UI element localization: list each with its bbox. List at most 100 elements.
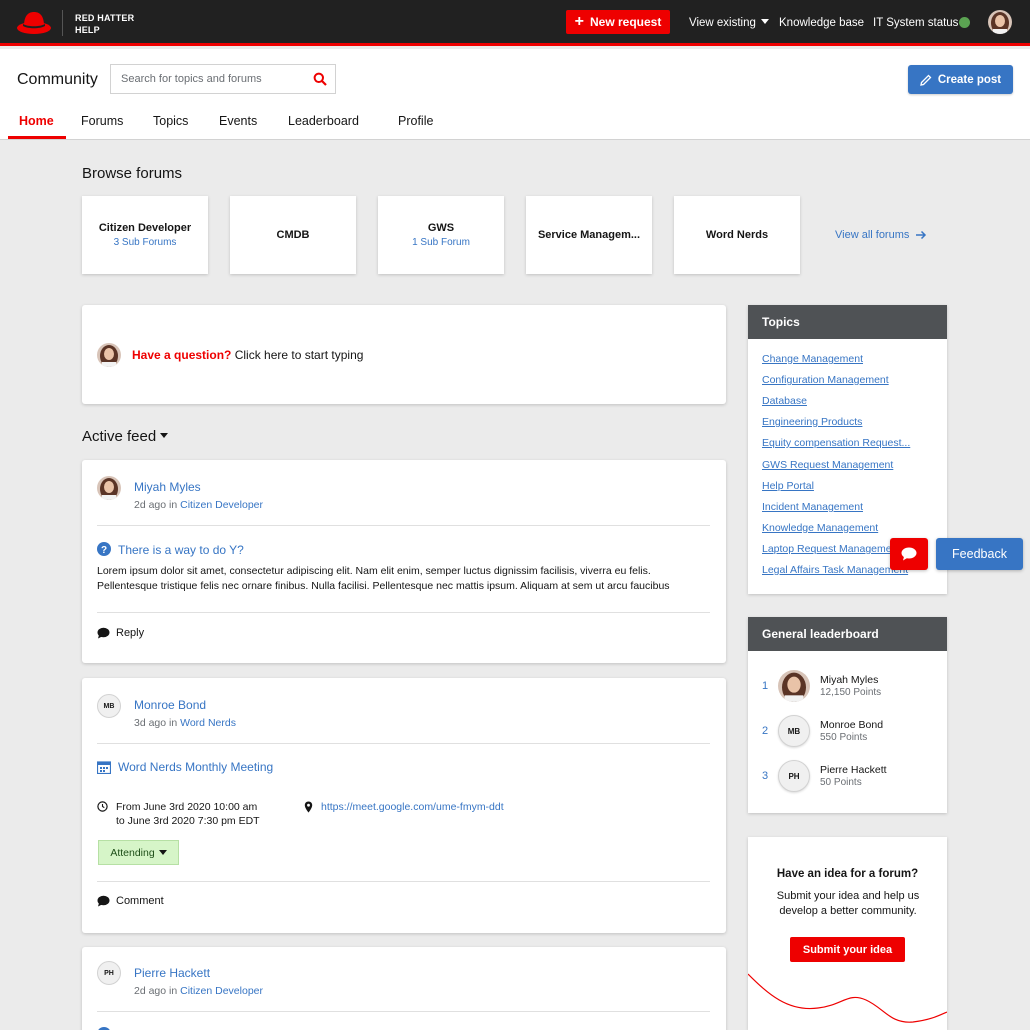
avatar: MB (97, 694, 121, 718)
ask-question-prompt[interactable]: Have a question? Click here to start typ… (132, 348, 363, 362)
forum-card-word-nerds[interactable]: Word Nerds (674, 196, 800, 274)
comment-label: Comment (116, 895, 164, 907)
reply-label: Reply (116, 627, 145, 639)
reply-button[interactable]: Reply (97, 627, 144, 639)
ask-question-card[interactable]: Have a question? Click here to start typ… (82, 305, 726, 404)
post-meta: 2d ago in Citizen Developer (134, 985, 263, 997)
post-time: 2d ago in (134, 985, 181, 997)
view-existing-dropdown[interactable]: View existing (689, 17, 769, 29)
post-author-link[interactable]: Monroe Bond (134, 698, 206, 712)
forum-card-cmdb[interactable]: CMDB (230, 196, 356, 274)
topic-link[interactable]: Legal Affairs Task Management (762, 564, 908, 576)
comment-icon (97, 895, 110, 907)
forum-card-gws[interactable]: GWS 1 Sub Forum (378, 196, 504, 274)
topic-link[interactable]: GWS Request Management (762, 459, 893, 471)
event-start: From June 3rd 2020 10:00 am (116, 801, 258, 813)
event-location-link[interactable]: https://meet.google.com/ume-fmym-ddt (321, 801, 504, 813)
forum-subforums: 1 Sub Forum (412, 237, 470, 248)
topic-link[interactable]: Incident Management (762, 501, 863, 513)
avatar[interactable]: MB (778, 715, 810, 747)
view-all-forums-link[interactable]: View all forums (835, 229, 927, 241)
create-post-button[interactable]: Create post (908, 65, 1013, 94)
active-feed-title: Active feed (82, 428, 157, 445)
topic-link[interactable]: Engineering Products (762, 416, 862, 428)
view-all-forums-label: View all forums (835, 229, 910, 241)
topic-link[interactable]: Configuration Management (762, 374, 889, 386)
topic-link[interactable]: Database (762, 395, 807, 407)
forum-card-citizen-developer[interactable]: Citizen Developer 3 Sub Forums (82, 196, 208, 274)
page-title: Community (17, 71, 98, 88)
plus-icon: + (574, 13, 584, 30)
tab-forums[interactable]: Forums (81, 114, 123, 128)
post-forum-link[interactable]: Citizen Developer (180, 985, 263, 997)
post-author-link[interactable]: Miyah Myles (134, 480, 201, 494)
chevron-down-icon (160, 433, 169, 438)
browse-forums-title: Browse forums (82, 165, 183, 182)
tab-topics[interactable]: Topics (153, 114, 188, 128)
search-input[interactable] (111, 65, 306, 93)
tab-home[interactable]: Home (19, 114, 54, 128)
comment-icon (97, 627, 110, 639)
divider (97, 525, 710, 526)
chevron-down-icon (158, 850, 167, 855)
post-time: 2d ago in (134, 499, 181, 511)
knowledge-base-link[interactable]: Knowledge base (779, 17, 864, 29)
leaderboard-points: 50 Points (820, 777, 862, 788)
topic-link[interactable]: Knowledge Management (762, 522, 878, 534)
feed-post-question: Miyah Myles 2d ago in Citizen Developer … (82, 460, 726, 663)
feedback-button[interactable]: Feedback (936, 538, 1023, 570)
forum-idea-title: Have an idea for a forum? (776, 868, 919, 880)
leaderboard-points: 12,150 Points (820, 687, 882, 698)
comment-button[interactable]: Comment (97, 895, 164, 907)
rsvp-dropdown[interactable]: Attending (98, 840, 179, 865)
event-end: to June 3rd 2020 7:30 pm EDT (116, 815, 260, 827)
divider (97, 1011, 710, 1012)
arrow-right-icon (916, 230, 927, 240)
tab-events[interactable]: Events (219, 114, 257, 128)
leaderboard-points: 550 Points (820, 732, 868, 743)
search-box[interactable] (110, 64, 336, 94)
pencil-icon (920, 74, 932, 86)
leaderboard-rank: 3 (762, 770, 769, 782)
avatar[interactable] (778, 670, 810, 702)
leaderboard-rank: 1 (762, 680, 769, 692)
chevron-down-icon (760, 19, 769, 24)
post-forum-link[interactable]: Word Nerds (180, 717, 236, 729)
post-title-link[interactable]: There is a way to do Y? (118, 543, 244, 557)
post-author-link[interactable]: Pierre Hackett (134, 966, 210, 980)
active-feed-dropdown[interactable]: Active feed (82, 428, 169, 445)
status-indicator-icon (959, 17, 970, 28)
post-meta: 3d ago in Word Nerds (134, 717, 236, 729)
search-icon[interactable] (313, 72, 327, 86)
submit-idea-button[interactable]: Submit your idea (790, 937, 905, 962)
topics-panel-title: Topics (748, 305, 947, 339)
forum-card-service-management[interactable]: Service Managem... (526, 196, 652, 274)
avatar: PH (97, 961, 121, 985)
topic-link[interactable]: Equity compensation Request... (762, 437, 910, 449)
leaderboard-rank: 2 (762, 725, 769, 737)
avatar[interactable]: PH (778, 760, 810, 792)
brand-name[interactable]: RED HATTER HELP (75, 12, 134, 36)
leaderboard-name[interactable]: Monroe Bond (820, 719, 883, 731)
question-icon: ? (97, 542, 111, 556)
red-hat-logo-icon[interactable] (16, 8, 52, 36)
topic-link[interactable]: Laptop Request Management (762, 543, 900, 555)
chat-icon (901, 547, 917, 561)
leaderboard-name[interactable]: Miyah Myles (820, 674, 878, 686)
topic-link[interactable]: Change Management (762, 353, 863, 365)
new-request-button[interactable]: + New request (566, 10, 670, 34)
forum-name: GWS (427, 222, 455, 234)
divider (97, 612, 710, 613)
tab-profile[interactable]: Profile (398, 114, 433, 128)
topic-link[interactable]: Help Portal (762, 480, 814, 492)
it-system-status-link[interactable]: IT System status (873, 17, 958, 29)
user-avatar[interactable] (988, 10, 1012, 34)
svg-text:?: ? (101, 545, 107, 556)
post-forum-link[interactable]: Citizen Developer (180, 499, 263, 511)
tab-leaderboard[interactable]: Leaderboard (288, 114, 359, 128)
leaderboard-name[interactable]: Pierre Hackett (820, 764, 887, 776)
event-title-link[interactable]: Word Nerds Monthly Meeting (118, 760, 273, 774)
chat-button[interactable] (890, 538, 928, 570)
leaderboard-panel: General leaderboard 1 Miyah Myles 12,150… (748, 617, 947, 813)
rsvp-label: Attending (110, 846, 155, 859)
